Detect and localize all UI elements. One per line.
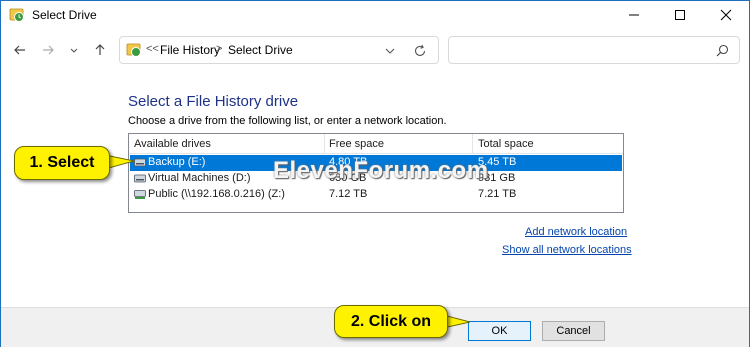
column-available-drives[interactable]: Available drives	[134, 138, 211, 150]
column-total-space[interactable]: Total space	[478, 138, 534, 150]
maximize-icon	[675, 10, 685, 20]
drive-icon	[134, 158, 146, 167]
column-free-space[interactable]: Free space	[329, 138, 384, 150]
file-history-icon	[9, 8, 24, 22]
search-icon	[716, 44, 729, 57]
breadcrumb-separator[interactable]: >	[216, 43, 222, 55]
select-drive-window: Select Drive << File History > Select Dr…	[0, 0, 750, 347]
chevron-down-icon	[70, 48, 78, 53]
add-network-location-link[interactable]: Add network location	[525, 226, 627, 238]
drive-name: Virtual Machines (D:)	[148, 172, 251, 184]
title-bar: Select Drive	[1, 1, 749, 29]
arrow-left-icon	[14, 45, 25, 55]
cancel-button[interactable]: Cancel	[542, 321, 605, 341]
step-1-callout: 1. Select	[14, 146, 110, 180]
address-dropdown-icon[interactable]	[384, 45, 396, 57]
drive-free-space: 7.12 TB	[329, 188, 368, 200]
drive-name: Public (\\192.168.0.216) (Z:)	[148, 188, 285, 200]
search-box[interactable]	[448, 36, 740, 64]
window-title: Select Drive	[32, 8, 97, 22]
navigation-bar: << File History > Select Drive	[1, 29, 749, 71]
column-divider[interactable]	[324, 134, 325, 154]
drive-name: Backup (E:)	[148, 156, 206, 168]
recent-locations-button[interactable]	[65, 41, 83, 59]
address-overflow[interactable]: <<	[146, 43, 159, 55]
drive-icon	[134, 174, 146, 183]
control-panel-icon	[126, 43, 141, 57]
back-button[interactable]	[11, 41, 29, 59]
drive-row-public[interactable]: Public (\\192.168.0.216) (Z:) 7.12 TB 7.…	[130, 187, 622, 203]
close-icon	[720, 9, 732, 21]
column-divider[interactable]	[472, 134, 473, 154]
drives-list-header: Available drives Free space Total space	[129, 134, 623, 154]
watermark: ElevenForum.com	[273, 157, 489, 184]
page-title: Select a File History drive	[128, 93, 299, 110]
arrow-up-icon	[95, 44, 105, 55]
step-2-callout: 2. Click on	[334, 305, 448, 338]
arrow-right-icon	[43, 45, 54, 55]
minimize-icon	[629, 14, 639, 16]
forward-button[interactable]	[39, 41, 57, 59]
refresh-icon[interactable]	[413, 44, 427, 58]
minimize-button[interactable]	[611, 1, 657, 29]
network-drive-icon	[134, 190, 146, 199]
up-button[interactable]	[91, 41, 109, 59]
maximize-button[interactable]	[657, 1, 703, 29]
breadcrumb-file-history[interactable]: File History	[160, 43, 220, 57]
ok-button[interactable]: OK	[468, 321, 531, 341]
address-bar[interactable]: << File History > Select Drive	[119, 36, 439, 64]
drive-total-space: 7.21 TB	[478, 188, 517, 200]
breadcrumb-select-drive[interactable]: Select Drive	[228, 43, 293, 57]
instructions-text: Choose a drive from the following list, …	[128, 115, 447, 127]
close-button[interactable]	[703, 1, 749, 29]
show-all-network-locations-link[interactable]: Show all network locations	[502, 244, 632, 256]
